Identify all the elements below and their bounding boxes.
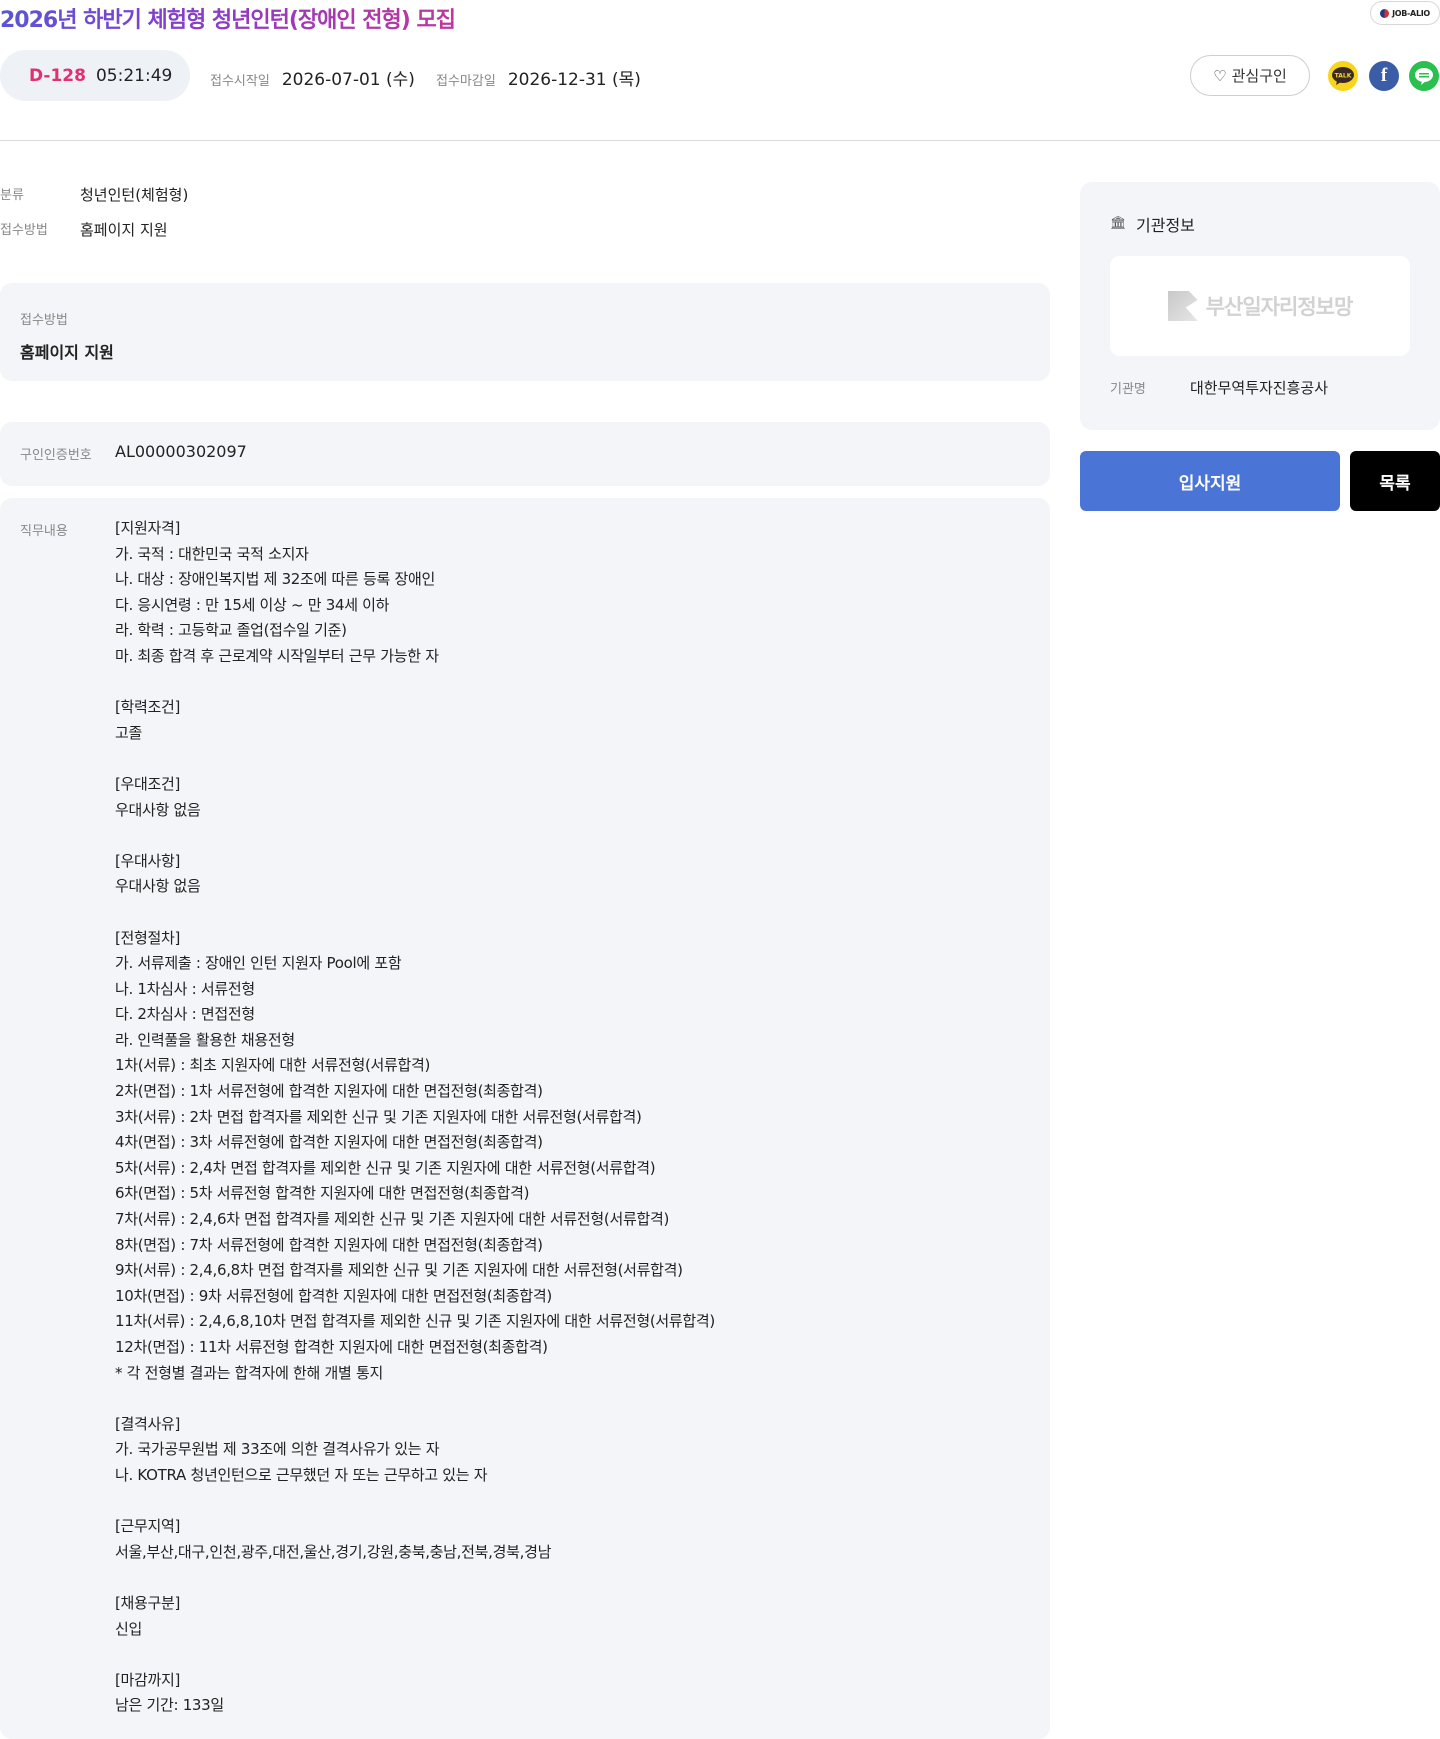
countdown-timer: 05:21:49 — [95, 65, 173, 86]
job-description-label: 직무내용 — [20, 524, 68, 539]
start-date-value: 2026-07-01 (수) — [281, 70, 415, 90]
method-value: 홈페이지 지원 — [80, 221, 168, 239]
category-value: 청년인턴(체험형) — [80, 186, 189, 204]
organization-logo: 부산일자리정보망 — [1110, 256, 1410, 356]
application-method-label: 접수방법 — [20, 313, 68, 328]
certification-label: 구인인증번호 — [20, 448, 92, 463]
organization-info-heading: 🏛 기관정보 — [1110, 212, 1195, 236]
job-description-text: [지원자격] 가. 국적 : 대한민국 국적 소지자 나. 대상 : 장애인복지… — [115, 519, 715, 1715]
certification-number: AL00000302097 — [115, 442, 247, 461]
facebook-icon: f — [1380, 65, 1388, 86]
taegeuk-icon — [1380, 8, 1390, 18]
heart-icon: ♡ — [1213, 66, 1227, 85]
category-label: 분류 — [0, 188, 24, 203]
bank-icon: 🏛 — [1110, 216, 1127, 231]
start-date: 접수시작일 2026-07-01 (수) — [210, 65, 415, 90]
interest-button[interactable]: ♡ 관심구인 — [1190, 55, 1310, 96]
line-icon — [1415, 68, 1433, 85]
start-date-label: 접수시작일 — [210, 74, 270, 89]
organization-name-label: 기관명 — [1110, 382, 1146, 397]
page-title: 2026년 하반기 체험형 청년인턴(장애인 전형) 모집 — [0, 2, 456, 34]
end-date-value: 2026-12-31 (목) — [507, 70, 641, 90]
line-share-button[interactable] — [1409, 61, 1439, 91]
apply-button[interactable]: 입사지원 — [1080, 451, 1340, 511]
job-alio-label: JOB-ALIO — [1392, 8, 1430, 18]
svg-text:TALK: TALK — [1335, 73, 1352, 80]
kakao-share-button[interactable]: TALK — [1328, 61, 1358, 91]
category-row: 분류 청년인턴(체험형) — [0, 184, 188, 205]
certification-panel: 구인인증번호 AL00000302097 — [0, 422, 1050, 486]
method-label: 접수방법 — [0, 223, 48, 238]
header-divider — [0, 140, 1440, 141]
end-date: 접수마감일 2026-12-31 (목) — [436, 65, 641, 90]
dday-counter: D-128 — [29, 65, 86, 86]
organization-info-card: 🏛 기관정보 부산일자리정보망 기관명 대한무역투자진흥공사 — [1080, 182, 1440, 430]
interest-label: 관심구인 — [1231, 67, 1287, 85]
facebook-share-button[interactable]: f — [1369, 61, 1399, 91]
job-alio-badge[interactable]: JOB-ALIO — [1370, 1, 1440, 25]
deadline-countdown: D-128 05:21:49 — [0, 50, 190, 101]
kakao-talk-icon: TALK — [1332, 67, 1354, 85]
list-button[interactable]: 목록 — [1350, 451, 1440, 511]
logo-text: 부산일자리정보망 — [1205, 295, 1354, 319]
application-method-value: 홈페이지 지원 — [20, 343, 114, 362]
organization-name: 대한무역투자진흥공사 — [1190, 379, 1329, 397]
logo-mark-icon — [1167, 291, 1198, 321]
job-description-panel: 직무내용 [지원자격] 가. 국적 : 대한민국 국적 소지자 나. 대상 : … — [0, 498, 1050, 1739]
method-row: 접수방법 홈페이지 지원 — [0, 219, 168, 240]
application-method-panel: 접수방법 홈페이지 지원 — [0, 283, 1050, 381]
organization-info-title: 기관정보 — [1136, 216, 1195, 235]
end-date-label: 접수마감일 — [436, 74, 496, 89]
